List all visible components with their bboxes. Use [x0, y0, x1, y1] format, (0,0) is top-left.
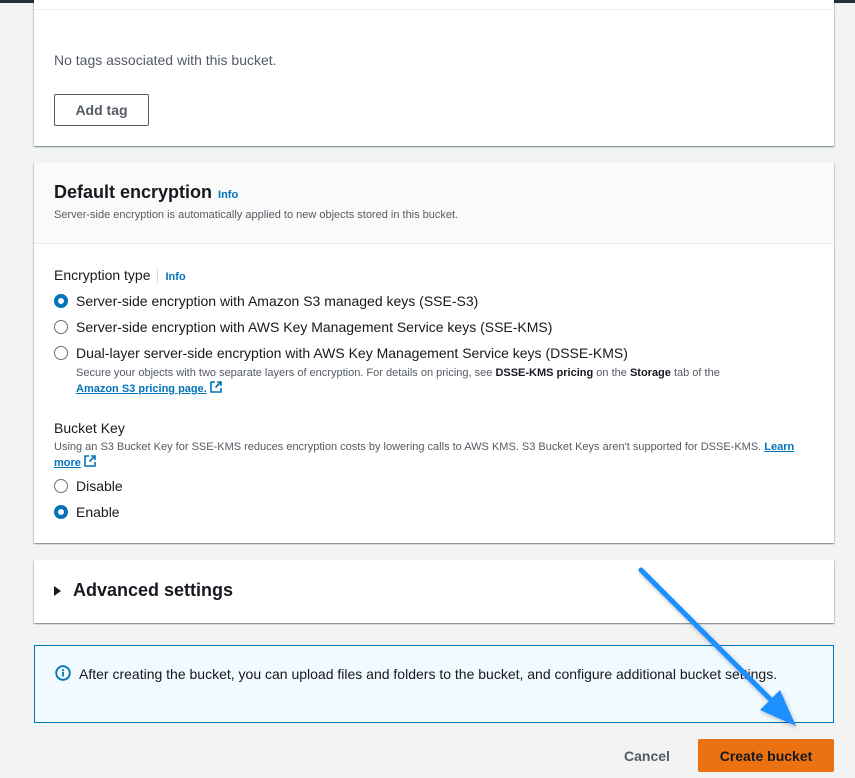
tags-panel: No tags associated with this bucket. Add… — [34, 0, 834, 146]
no-tags-text: No tags associated with this bucket. — [54, 52, 277, 68]
bucket-key-label: Bucket Key — [54, 420, 125, 436]
encryption-type-label-row: Encryption type Info — [54, 267, 186, 284]
storage-text: Storage — [629, 367, 671, 379]
bucket-key-desc-text: Using an S3 Bucket Key for SSE-KMS reduc… — [54, 441, 762, 453]
caret-right-icon[interactable] — [54, 585, 61, 596]
default-encryption-panel: Default encryption Info Server-side encry… — [34, 163, 834, 543]
radio-sse-s3[interactable]: Server-side encryption with Amazon S3 ma… — [54, 293, 478, 309]
cancel-button[interactable]: Cancel — [612, 741, 682, 771]
encryption-title-row: Default encryption Info — [54, 182, 238, 203]
s3-pricing-link[interactable]: Amazon S3 pricing page. — [76, 383, 207, 395]
radio-bucket-key-disable[interactable]: Disable — [54, 478, 123, 494]
radio-button[interactable] — [54, 320, 68, 334]
advanced-settings-panel: Advanced settings — [34, 560, 834, 623]
radio-button[interactable] — [54, 479, 68, 493]
encryption-description: Server-side encryption is automatically … — [54, 209, 459, 221]
alert-text: After creating the bucket, you can uploa… — [79, 666, 778, 682]
radio-button[interactable] — [54, 346, 68, 360]
radio-sse-s3-label: Server-side encryption with Amazon S3 ma… — [76, 293, 479, 309]
radio-bucket-key-enable[interactable]: Enable — [54, 504, 120, 520]
encryption-type-info-link[interactable]: Info — [166, 271, 186, 283]
label-separator — [156, 269, 158, 284]
advanced-settings-toggle[interactable]: Advanced settings — [54, 580, 233, 601]
radio-button-checked[interactable] — [54, 505, 68, 519]
radio-sse-kms-label: Server-side encryption with AWS Key Mana… — [76, 319, 553, 335]
radio-dsse-kms[interactable]: Dual-layer server-side encryption with A… — [54, 345, 628, 361]
encryption-info-link[interactable]: Info — [218, 189, 238, 201]
advanced-settings-title: Advanced settings — [73, 580, 234, 600]
add-tag-button[interactable]: Add tag — [54, 94, 149, 126]
encryption-type-label: Encryption type — [54, 267, 151, 283]
external-link-icon[interactable] — [84, 455, 96, 467]
dsse-kms-description: Secure your objects with two separate la… — [76, 365, 816, 397]
dsse-desc-text: Secure your objects with two separate la… — [76, 367, 496, 379]
dsse-desc-text-end: tab of the — [670, 367, 720, 379]
radio-button-checked[interactable] — [54, 294, 68, 308]
create-bucket-button[interactable]: Create bucket — [698, 739, 834, 772]
radio-disable-label: Disable — [76, 478, 123, 494]
info-circle-icon — [55, 665, 71, 681]
info-alert: After creating the bucket, you can uploa… — [34, 645, 834, 723]
radio-dsse-kms-label: Dual-layer server-side encryption with A… — [76, 345, 628, 361]
radio-enable-label: Enable — [76, 504, 120, 520]
encryption-header: Default encryption Info Server-side encry… — [34, 163, 834, 244]
encryption-title: Default encryption — [54, 182, 213, 202]
dsse-pricing-text: DSSE-KMS pricing — [495, 367, 594, 379]
dsse-desc-text-mid: on the — [593, 367, 630, 379]
bucket-key-description: Using an S3 Bucket Key for SSE-KMS reduc… — [54, 439, 814, 471]
external-link-icon[interactable] — [210, 381, 222, 393]
tags-divider — [34, 9, 834, 10]
radio-sse-kms[interactable]: Server-side encryption with AWS Key Mana… — [54, 319, 552, 335]
